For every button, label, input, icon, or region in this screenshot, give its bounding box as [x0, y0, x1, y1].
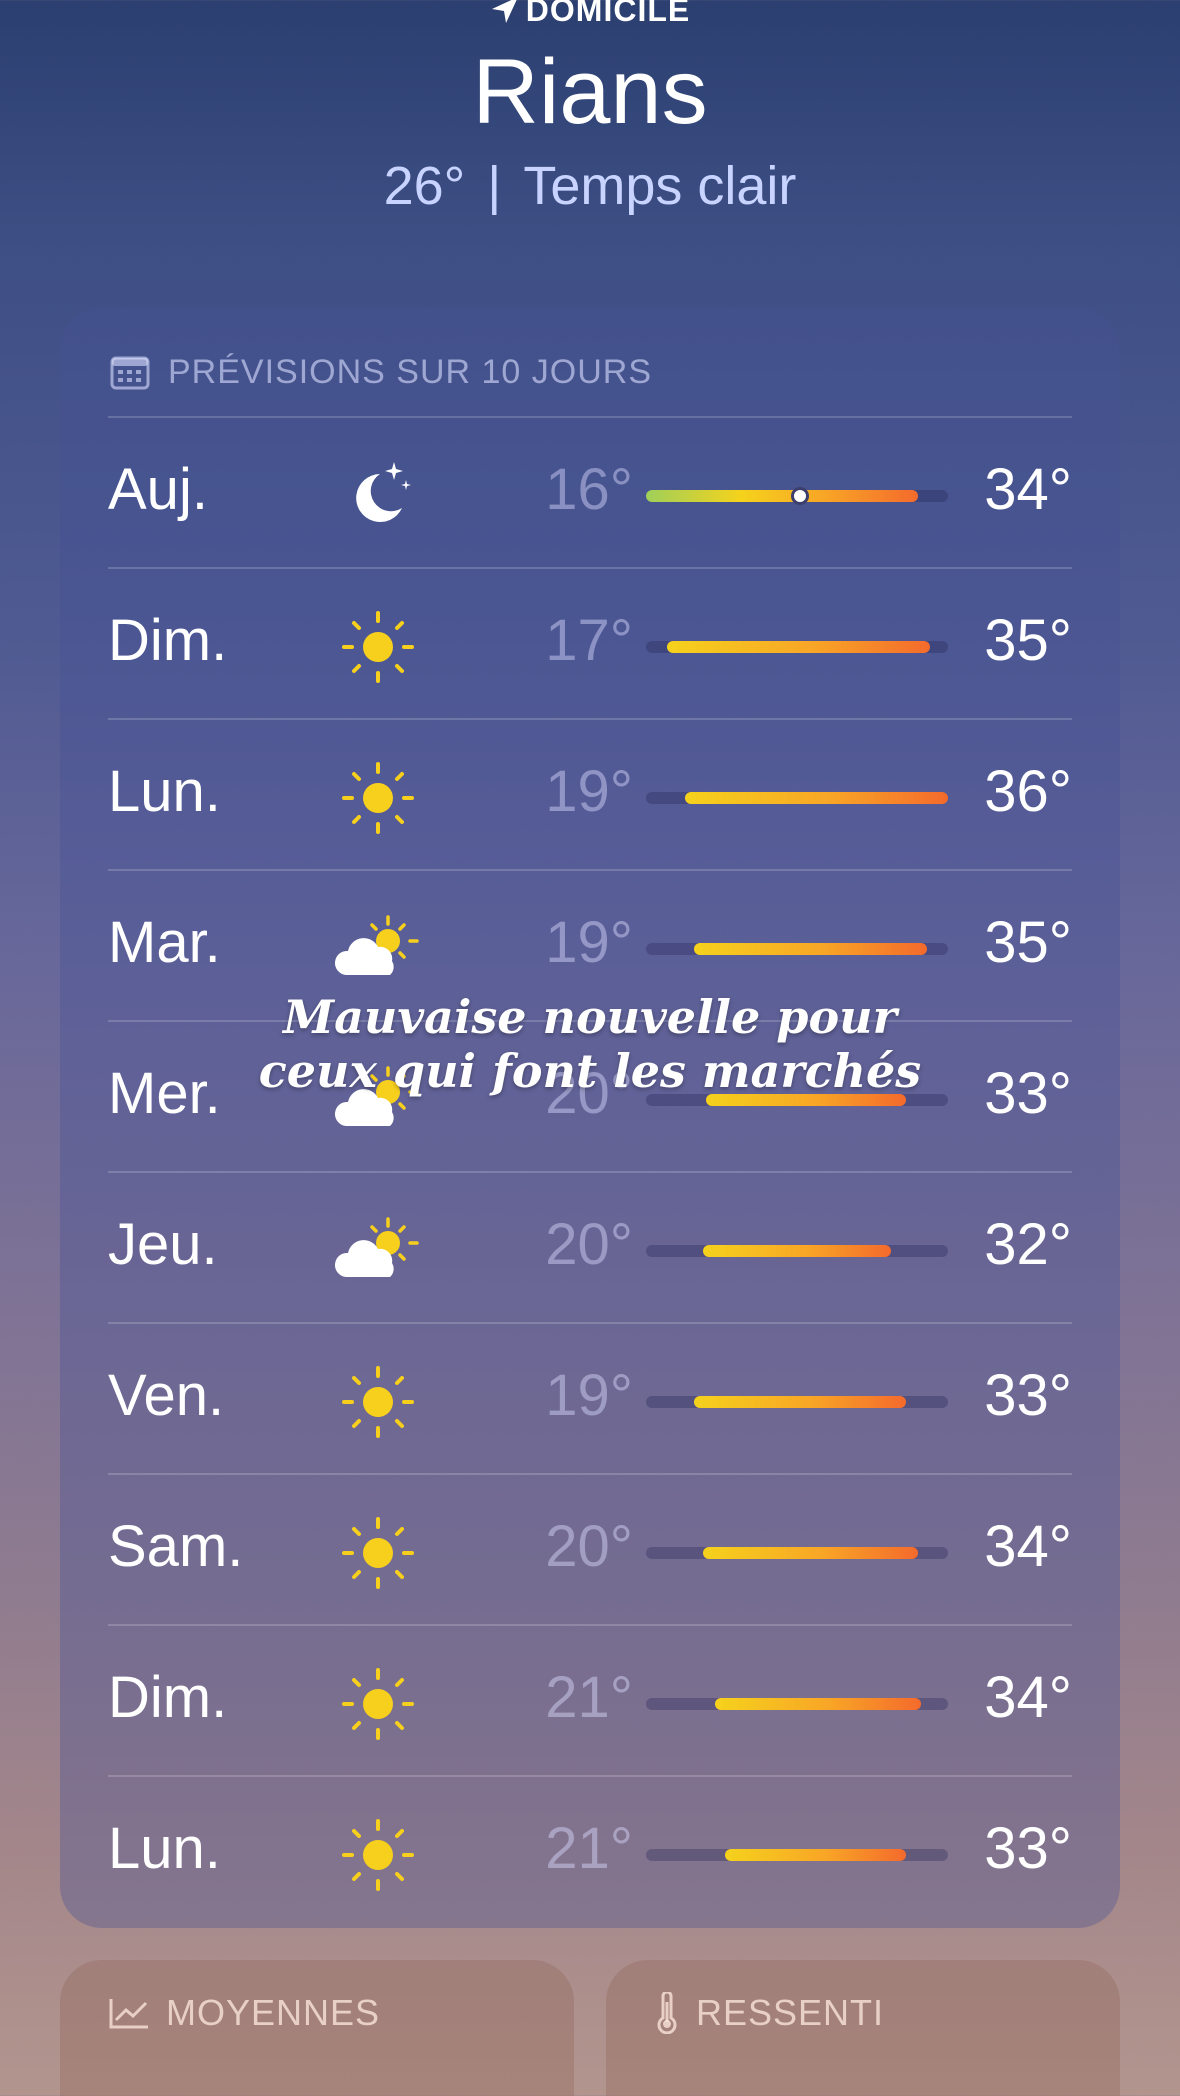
temperature-range-bar: [646, 792, 948, 804]
forecast-high: 34°: [984, 457, 1072, 522]
forecast-low: 16°: [545, 457, 633, 522]
temperature-range-fill: [703, 1245, 891, 1257]
calendar-icon: [110, 356, 150, 390]
forecast-row[interactable]: Jeu. 20° 32°: [108, 1173, 1072, 1323]
sun-icon: [338, 1362, 418, 1442]
temperature-range-fill: [646, 490, 918, 502]
thermometer-icon: [657, 1992, 677, 2034]
feels-like-label: RESSENTI: [696, 1992, 885, 2033]
forecast-day: Jeu.: [108, 1212, 218, 1277]
forecast-row[interactable]: Dim. 17° 35°: [108, 569, 1072, 719]
temperature-range-bar: [646, 1698, 948, 1710]
forecast-high: 32°: [984, 1212, 1072, 1277]
feels-like-tile[interactable]: RESSENTI: [606, 1960, 1120, 2096]
forecast-high: 35°: [984, 910, 1072, 975]
forecast-day: Ven.: [108, 1363, 225, 1428]
location-label-text: DOMICILE: [525, 0, 691, 28]
forecast-low: 20°: [545, 1212, 633, 1277]
current-temperature: 26°: [383, 156, 466, 216]
temperature-range-fill: [694, 1396, 906, 1408]
forecast-row[interactable]: Auj. 16° 34°: [108, 418, 1072, 568]
forecast-low: 20°: [545, 1514, 633, 1579]
feels-like-tile-label: RESSENTI: [654, 1992, 884, 2034]
forecast-day: Lun.: [108, 759, 221, 824]
city-name: Rians: [472, 41, 708, 143]
sun-icon: [338, 607, 418, 687]
partly-cloudy-icon: [330, 909, 419, 989]
forecast-title: PRÉVISIONS SUR 10 JOURS: [168, 352, 653, 391]
forecast-high: 35°: [984, 608, 1072, 673]
separator: |: [487, 156, 502, 216]
forecast-day: Mar.: [108, 910, 221, 975]
temperature-range-fill: [694, 943, 927, 955]
temperature-range-fill: [667, 641, 930, 653]
temperature-range-fill: [724, 1849, 906, 1861]
forecast-day: Lun.: [108, 1816, 221, 1881]
forecast-high: 33°: [984, 1363, 1072, 1428]
forecast-day: Dim.: [108, 608, 228, 673]
moon-stars-icon: [338, 456, 418, 536]
forecast-row[interactable]: Ven. 19° 33°: [108, 1324, 1072, 1474]
sun-icon: [338, 758, 418, 838]
averages-tile-label: MOYENNES: [108, 1992, 380, 2034]
forecast-row[interactable]: Lun. 21° 33°: [108, 1777, 1072, 1927]
ten-day-forecast-card[interactable]: PRÉVISIONS SUR 10 JOURS Auj. 16° 34° Dim. …: [60, 308, 1120, 1928]
forecast-row[interactable]: Sam. 20° 34°: [108, 1475, 1072, 1625]
forecast-low: 19°: [545, 1363, 633, 1428]
forecast-low: 19°: [545, 759, 633, 824]
temperature-range-bar: [646, 943, 948, 955]
averages-label: MOYENNES: [166, 1992, 381, 2033]
forecast-high: 34°: [984, 1665, 1072, 1730]
overlay-caption: Mauvaise nouvelle pour ceux qui font les…: [0, 990, 1180, 1098]
temperature-range-bar: [646, 487, 948, 505]
partly-cloudy-icon: [330, 1211, 419, 1291]
overlay-caption-line-1: Mauvaise nouvelle pour: [283, 990, 897, 1044]
forecast-day: Dim.: [108, 1665, 228, 1730]
chart-trend-icon: [109, 1999, 148, 2029]
temperature-range-bar: [646, 1547, 948, 1559]
overlay-caption-line-2: ceux qui font les marchés: [258, 1044, 922, 1098]
forecast-low: 17°: [545, 608, 633, 673]
forecast-high: 34°: [984, 1514, 1072, 1579]
forecast-low: 21°: [545, 1665, 633, 1730]
forecast-low: 19°: [545, 910, 633, 975]
location-header: DOMICILE Rians 26° | Temps clair: [0, 0, 1180, 230]
forecast-high: 33°: [984, 1816, 1072, 1881]
forecast-row[interactable]: Lun. 19° 36°: [108, 720, 1072, 870]
temperature-range-fill: [703, 1547, 918, 1559]
sun-icon: [338, 1513, 418, 1593]
forecast-day: Auj.: [108, 457, 208, 522]
forecast-low: 21°: [545, 1816, 633, 1881]
temperature-range-bar: [646, 641, 948, 653]
temperature-range-bar: [646, 1849, 948, 1861]
forecast-row[interactable]: Dim. 21° 34°: [108, 1626, 1072, 1776]
temperature-range-fill: [685, 792, 948, 804]
location-label: DOMICILE: [0, 0, 1180, 29]
forecast-day: Sam.: [108, 1514, 244, 1579]
temperature-range-bar: [646, 1245, 948, 1257]
current-conditions: 26° | Temps clair: [0, 155, 1180, 217]
sun-icon: [338, 1815, 418, 1895]
current-condition: Temps clair: [523, 156, 797, 216]
temperature-range-fill: [715, 1698, 921, 1710]
forecast-card-header: PRÉVISIONS SUR 10 JOURS: [110, 342, 652, 402]
averages-tile[interactable]: MOYENNES: [60, 1960, 574, 2096]
current-temperature-marker: [791, 487, 810, 505]
sun-icon: [338, 1664, 418, 1744]
temperature-range-bar: [646, 1396, 948, 1408]
forecast-high: 36°: [984, 759, 1072, 824]
location-arrow-icon: [491, 0, 517, 23]
